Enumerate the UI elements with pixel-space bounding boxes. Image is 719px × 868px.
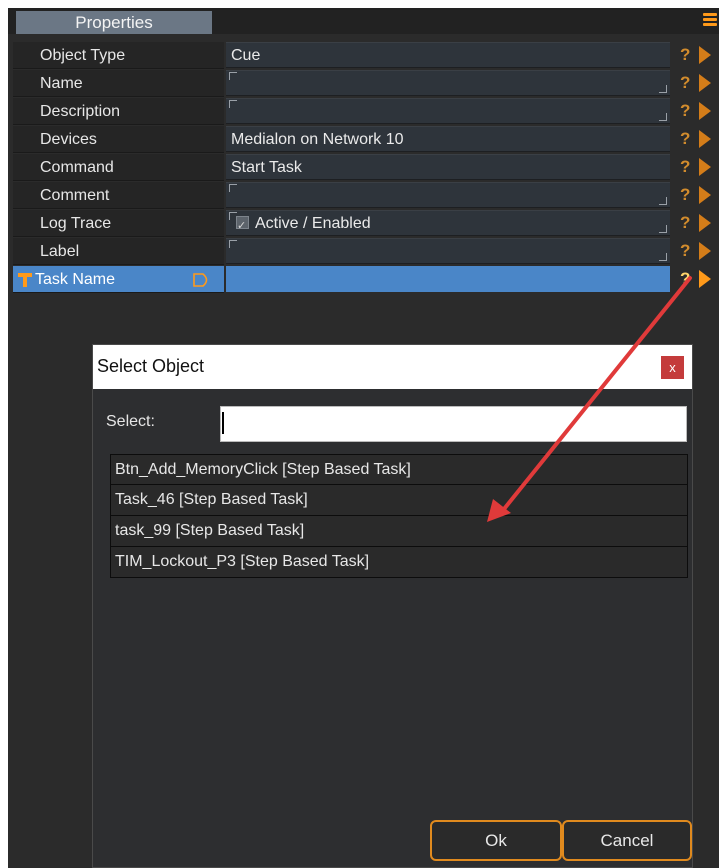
annotation-arrow [487,276,692,522]
annotation-overlay [487,276,692,522]
